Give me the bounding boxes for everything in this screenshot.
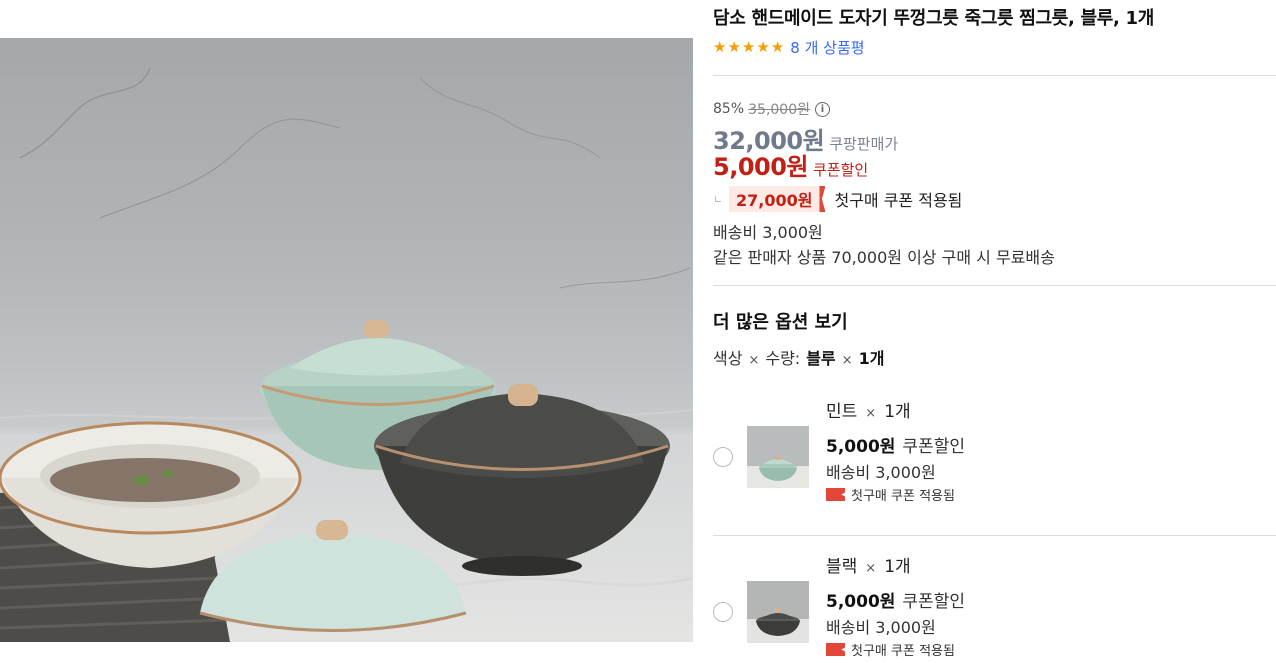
discount-row: 85% 35,000원 i: [713, 99, 830, 119]
rating-row: ★ ★ ★ ★ ★ 8 개 상품평: [713, 37, 865, 57]
option-price-row: 5,000원 쿠폰할인: [826, 587, 965, 612]
selected-color-label: 색상: [713, 349, 743, 368]
info-icon[interactable]: i: [815, 101, 830, 117]
selected-color-value: 블루: [806, 349, 836, 368]
ceramic-bowls-illustration: [0, 67, 693, 642]
times-icon: ×: [748, 353, 760, 368]
option-qty: 1개: [884, 402, 911, 422]
first-purchase-label: 첫구매 쿠폰 적용됨: [834, 191, 963, 210]
discount-rate: 85%: [713, 101, 745, 117]
review-count-link[interactable]: 8 개 상품평: [790, 37, 864, 58]
rating-stars: ★ ★ ★ ★ ★: [713, 37, 785, 56]
option-thumbnail: [747, 581, 809, 643]
selected-qty-value: 1개: [858, 349, 885, 368]
coupon-price: 5,000원: [713, 153, 809, 181]
divider: [713, 285, 1276, 286]
product-title: 담소 핸드메이드 도자기 뚜껑그릇 죽그릇 찜그릇, 블루, 1개: [713, 8, 1155, 29]
divider: [713, 75, 1276, 76]
option-name: 민트: [826, 402, 858, 422]
first-purchase-row: 27,000원 첫구매 쿠폰 적용됨: [713, 185, 962, 213]
selected-option-summary: 색상 × 수량: 블루 × 1개: [713, 345, 884, 369]
star-icon: ★: [741, 37, 756, 56]
product-info-panel: 담소 핸드메이드 도자기 뚜껑그릇 죽그릇 찜그릇, 블루, 1개 ★ ★ ★ …: [713, 0, 1276, 663]
coupon-price-row: 5,000원 쿠폰할인: [713, 147, 868, 182]
option-name-row: 민트 × 1개: [826, 397, 911, 422]
more-options-title: 더 많은 옵션 보기: [713, 312, 848, 333]
option-qty: 1개: [884, 557, 911, 577]
option-price-label: 쿠폰할인: [902, 437, 965, 457]
option-name-row: 블랙 × 1개: [826, 552, 911, 577]
option-first-purchase: 첫구매 쿠폰 적용됨: [826, 640, 955, 659]
option-radio[interactable]: [713, 447, 733, 467]
shipping-fee: 배송비 3,000원: [713, 223, 823, 242]
option-shipping: 배송비 3,000원: [826, 463, 936, 482]
star-icon: ★: [756, 37, 770, 56]
times-icon: ×: [865, 406, 877, 421]
first-purchase-price: 27,000원: [729, 186, 821, 212]
coupon-label: 쿠폰할인: [813, 161, 869, 179]
option-thumbnail: [747, 426, 809, 488]
product-main-image[interactable]: [0, 38, 693, 642]
free-shipping-condition: 같은 판매자 상품 70,000원 이상 구매 시 무료배송: [713, 248, 1055, 267]
original-price: 35,000원: [748, 102, 810, 118]
mint-bowl-icon[interactable]: [747, 426, 809, 488]
times-icon: ×: [865, 561, 877, 576]
times-icon: ×: [841, 353, 853, 368]
option-price: 5,000원: [826, 437, 896, 457]
option-item-black[interactable]: 블랙 × 1개 5,000원 쿠폰할인 배송비 3,000원 첫구매 쿠폰 적용…: [713, 550, 1276, 663]
option-price-label: 쿠폰할인: [902, 592, 965, 612]
coupon-tag-icon: [826, 643, 845, 656]
corner-arrow-icon: [715, 196, 721, 202]
option-radio[interactable]: [713, 602, 733, 622]
option-first-label: 첫구매 쿠폰 적용됨: [851, 489, 955, 504]
option-first-purchase: 첫구매 쿠폰 적용됨: [826, 485, 955, 504]
black-bowl-icon[interactable]: [747, 581, 809, 643]
option-first-label: 첫구매 쿠폰 적용됨: [851, 644, 955, 659]
star-icon: ★: [770, 37, 785, 56]
option-item-mint[interactable]: 민트 × 1개 5,000원 쿠폰할인 배송비 3,000원 첫구매 쿠폰 적용…: [713, 395, 1276, 525]
option-name: 블랙: [826, 557, 858, 577]
option-shipping: 배송비 3,000원: [826, 618, 936, 637]
option-price-row: 5,000원 쿠폰할인: [826, 432, 965, 457]
divider: [713, 535, 1276, 536]
coupon-tag-icon: [826, 488, 845, 501]
option-price: 5,000원: [826, 592, 896, 612]
selected-qty-label: 수량:: [765, 349, 801, 368]
star-icon: ★: [727, 37, 741, 56]
star-icon: ★: [713, 37, 727, 56]
